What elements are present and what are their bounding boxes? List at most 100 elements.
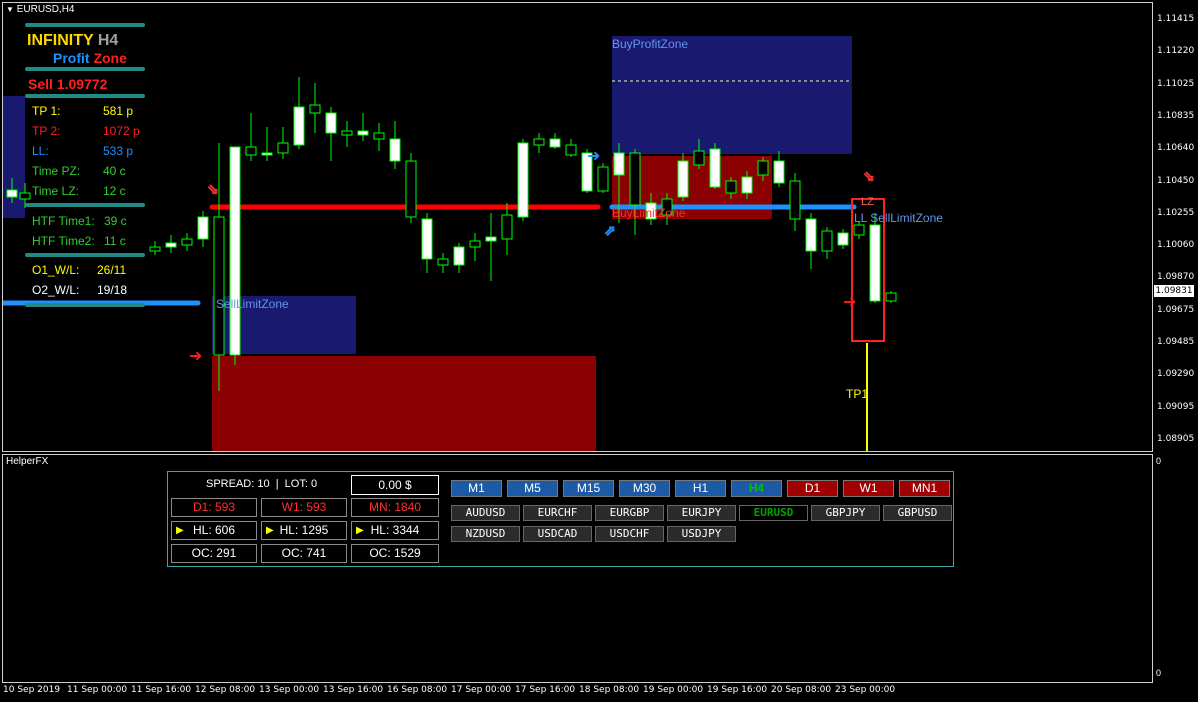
indicator-row-label: HTF Time1: [32,214,95,228]
d1-range-box: D1: 593 [171,498,257,517]
brand-infinity: INFINITY [27,32,94,49]
hl-value-3: HL: 3344 [370,523,420,537]
candle-body [757,160,769,176]
brand-timeframe: H4 [97,32,119,49]
timeframe-button-m30[interactable]: M30 [619,480,670,497]
candle-body [885,292,897,302]
price-tick-label: 1.10835 [1157,110,1195,121]
price-tick-label: 1.10640 [1157,143,1195,154]
brand-zone: Zone [93,50,127,66]
candle-body [469,240,481,248]
candle-body [277,142,289,154]
timeframe-button-w1[interactable]: W1 [843,480,894,497]
candle-body [405,160,417,218]
symbol-button-usdjpy[interactable]: USDJPY [667,526,736,542]
symbol-button-audusd[interactable]: AUDUSD [451,505,520,521]
sell-limit-zone-label: SellLimitZone [216,297,289,311]
separator-bar [25,94,145,98]
separator-bar [25,67,145,71]
price-tick-label: 1.08905 [1157,433,1195,444]
hl-value-1: HL: 606 [192,523,236,537]
chart-menu-icon[interactable]: ▼ [6,5,14,14]
candle-body [789,180,801,220]
separator-bar [25,303,145,307]
time-tick-label: 17 Sep 00:00 [451,685,512,695]
indicator-row-value: 581 p [103,104,134,118]
candle-body [325,112,337,134]
candle-body [677,160,689,198]
symbol-button-nzdusd[interactable]: NZDUSD [451,526,520,542]
brand-profit: Profit [53,50,90,66]
symbol-button-usdcad[interactable]: USDCAD [523,526,592,542]
blue-outline-arrow-icon: ⇗ [604,223,616,239]
chart-title[interactable]: ▼ EURUSD,H4 [6,4,75,15]
time-tick-label: 18 Sep 08:00 [579,685,640,695]
symbol-button-eurjpy[interactable]: EURJPY [667,505,736,521]
indicator-row-label: TP 1: [32,104,61,118]
candle-body [629,152,641,206]
oc-box-1: OC: 291 [171,544,257,563]
time-tick-label: 10 Sep 2019 [3,685,61,695]
time-tick-label: 11 Sep 00:00 [67,685,128,695]
indicator-row-label: Time PZ: [32,164,81,178]
candle-body [821,230,833,252]
time-tick-label: 16 Sep 08:00 [387,685,448,695]
buy-profit-zone-label: BuyProfitZone [612,37,689,51]
play-icon: ▶ [356,525,364,536]
candle-body [341,130,353,136]
buy-profit-zone [612,36,852,154]
helper-scale-bottom: 0 [1156,668,1162,678]
candle-body [389,138,401,162]
timeframe-button-h1[interactable]: H1 [675,480,726,497]
candle-body [725,180,737,194]
price-tick-label: 1.09870 [1157,272,1195,283]
blue-arrow-right-icon: ➜ [587,146,600,165]
timeframe-button-mn1[interactable]: MN1 [899,480,950,497]
candle-body [421,218,433,260]
symbol-button-eurchf[interactable]: EURCHF [523,505,592,521]
price-tick-label: 1.10060 [1157,240,1195,251]
timeframe-button-m5[interactable]: M5 [507,480,558,497]
indicator-row-value: 40 c [103,164,126,178]
red-arrow-right-icon: ➜ [843,292,856,311]
left-blue-zone [3,96,25,218]
candle-body [501,214,513,240]
timeframe-button-m1[interactable]: M1 [451,480,502,497]
separator-bar [25,253,145,257]
candle-body [533,138,545,146]
w1-range-box: W1: 593 [261,498,347,517]
candle-body [165,242,177,248]
symbol-button-eurusd[interactable]: EURUSD [739,505,808,521]
timeframe-button-m15[interactable]: M15 [563,480,614,497]
spread-lot-label: SPREAD: 10 | LOT: 0 [206,478,318,490]
indicator-row-label: LL: [32,144,49,158]
play-icon: ▶ [266,525,274,536]
symbol-button-usdchf[interactable]: USDCHF [595,526,664,542]
indicator-row-value: 39 c [104,214,127,228]
symbol-button-eurgbp[interactable]: EURGBP [595,505,664,521]
candle-body [805,218,817,252]
time-tick-label: 13 Sep 16:00 [323,685,384,695]
symbol-button-gbpjpy[interactable]: GBPJPY [811,505,880,521]
signal-label: Sell 1.09772 [28,76,108,92]
candle-body [549,138,561,148]
candle-body [19,192,31,200]
ll-sell-limit-zone-label: LL SellLimitZone [854,211,943,225]
chart-window[interactable]: ➜ ➜ ➜ ⇘ ⇘ ⇗ ▼ EURUSD,H4 BuyProfitZone Se… [2,2,1153,452]
candle-body [517,142,529,218]
price-tick-label: 1.11025 [1157,78,1195,89]
symbol-button-gbpusd[interactable]: GBPUSD [883,505,952,521]
price-tick-label: 1.09095 [1157,401,1195,412]
time-tick-label: 19 Sep 16:00 [707,685,768,695]
candle-body [213,216,225,356]
price-tick-label: 1.10450 [1157,175,1195,186]
candlestick-chart[interactable]: ➜ ➜ ➜ ⇘ ⇘ ⇗ [3,3,1153,452]
candle-body [245,146,257,156]
mn-range-box: MN: 1840 [351,498,439,517]
candle-body [869,224,881,302]
candle-body [309,104,321,114]
timeframe-button-h4[interactable]: H4 [731,480,782,497]
hl-box-2: ▶ HL: 1295 [261,521,347,540]
timeframe-button-d1[interactable]: D1 [787,480,838,497]
indicator-row-value: 533 p [103,144,134,158]
